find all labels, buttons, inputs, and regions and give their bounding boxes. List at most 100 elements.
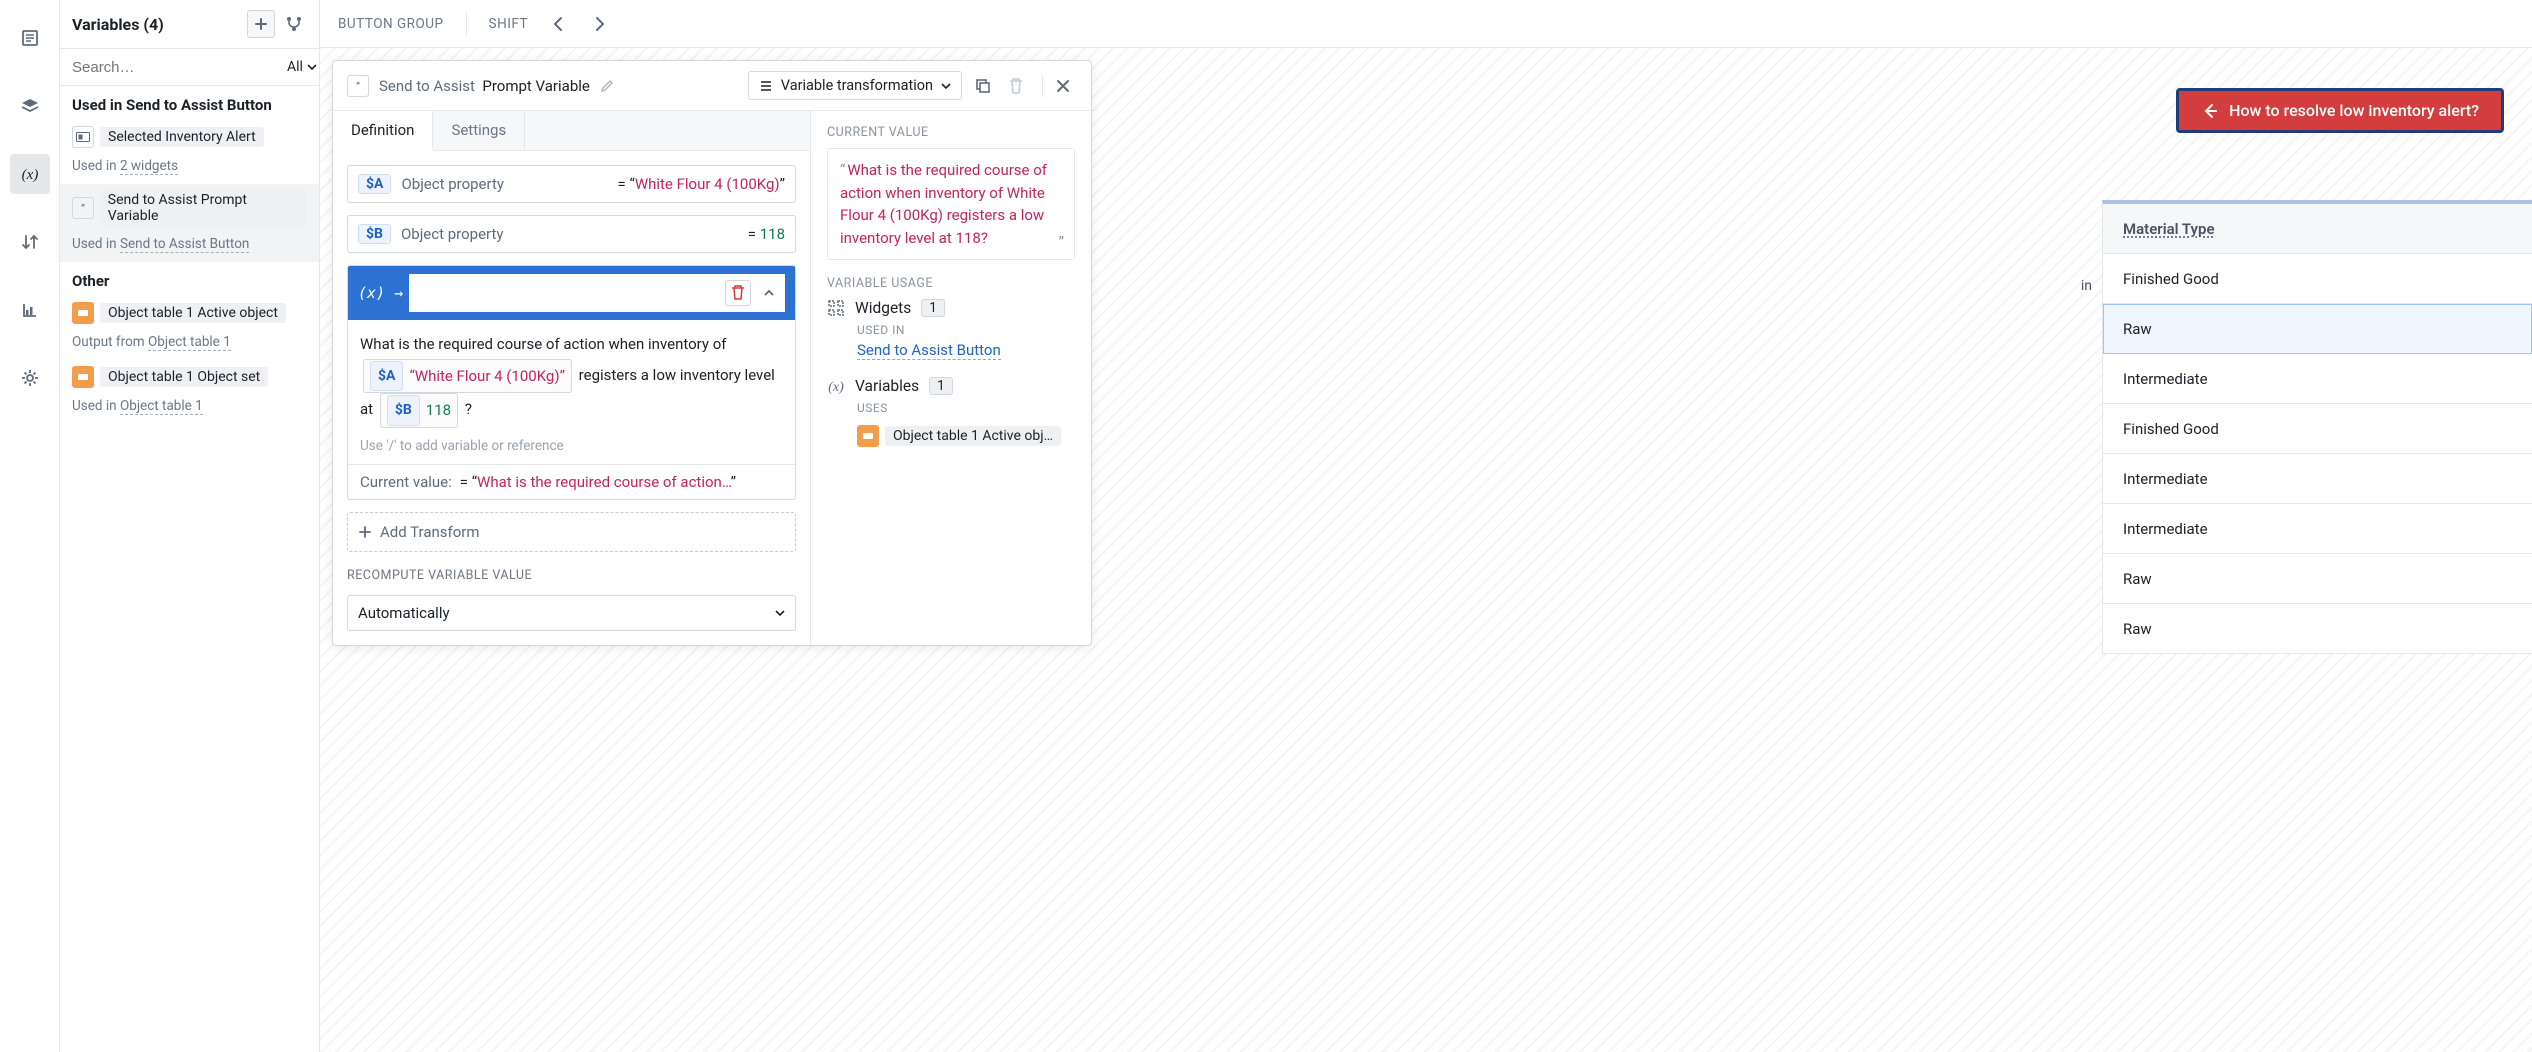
table-row[interactable]: Intermediate: [2103, 354, 2532, 404]
nav-forward-button[interactable]: [590, 15, 608, 33]
edit-name-button[interactable]: [600, 79, 614, 93]
chevron-down-icon: [775, 608, 785, 618]
chevron-down-icon: [307, 62, 317, 72]
string-concat-block: (x) → String concatenation: [347, 265, 796, 500]
used-in-sublabel: USED IN: [857, 323, 1075, 337]
variable-meta: Used in 2 widgets: [60, 154, 319, 184]
current-value-label: Current Value: [827, 125, 1075, 140]
variable-label: Send to Assist Prompt Variable: [100, 190, 307, 226]
variables-count: 1: [929, 377, 953, 395]
var-b-type: Object property: [401, 225, 738, 243]
variable-item[interactable]: Object table 1 Object set: [60, 360, 319, 394]
var-b-value: = 118: [748, 225, 785, 243]
usage-label: Variable Usage: [827, 276, 1075, 291]
variables-usage-icon: (x): [827, 377, 845, 395]
widgets-count: 1: [921, 299, 945, 317]
resolve-alert-button[interactable]: How to resolve low inventory alert?: [2176, 88, 2504, 133]
svg-text:”: ”: [81, 202, 85, 214]
branch-icon[interactable]: [285, 15, 307, 33]
table-row[interactable]: Intermediate: [2103, 504, 2532, 554]
quote-icon: ”: [72, 197, 94, 219]
table-header[interactable]: Material Type: [2103, 204, 2532, 254]
fx-icon: (x) →: [358, 284, 403, 302]
concat-editor[interactable]: What is the required course of action wh…: [348, 320, 795, 438]
variable-label: Object table 1 Active object: [100, 303, 286, 323]
tab-definition[interactable]: Definition: [333, 111, 433, 151]
variable-editor-popover: ” Send to Assist Prompt Variable Variabl…: [332, 60, 1092, 646]
variable-label: Selected Inventory Alert: [100, 127, 264, 147]
table-row[interactable]: Raw: [2103, 304, 2532, 354]
pill-var-b[interactable]: $B 118: [380, 393, 458, 428]
add-variable-button[interactable]: [247, 10, 275, 38]
crumb-button-group[interactable]: BUTTON GROUP: [338, 16, 444, 32]
type-select-label: Variable transformation: [781, 77, 933, 94]
table-row[interactable]: Raw: [2103, 554, 2532, 604]
left-rail: (x): [0, 0, 60, 1052]
recompute-label: RECOMPUTE VARIABLE VALUE: [347, 568, 796, 583]
delete-button-disabled: [1008, 77, 1030, 95]
arrow-left-icon: [2201, 102, 2219, 120]
popover-title: Send to Assist Prompt Variable: [379, 77, 590, 95]
current-value-row: Current value: = “What is the required c…: [348, 464, 795, 499]
alert-label: How to resolve low inventory alert?: [2229, 101, 2479, 120]
panel-title: Variables (4): [72, 15, 164, 34]
widgets-label: Widgets: [855, 299, 911, 317]
material-type-table: Material Type Finished GoodRawIntermedia…: [2102, 200, 2532, 654]
collapse-button[interactable]: [763, 287, 775, 299]
variable-item-active[interactable]: ” Send to Assist Prompt Variable: [60, 184, 319, 232]
used-in-link[interactable]: Send to Assist Button: [857, 341, 1001, 360]
chevron-down-icon: [941, 81, 951, 91]
tab-settings[interactable]: Settings: [433, 111, 525, 150]
variable-meta: Used in Send to Assist Button: [60, 232, 319, 262]
filter-dropdown[interactable]: All: [279, 57, 325, 77]
var-b-row[interactable]: $B Object property = 118: [347, 215, 796, 253]
pill-var-a[interactable]: $A “White Flour 4 (100Kg)”: [363, 359, 572, 394]
divider: [1042, 75, 1043, 97]
uses-chip[interactable]: Object table 1 Active obj…: [857, 425, 1061, 447]
table-row[interactable]: Finished Good: [2103, 254, 2532, 304]
gear-icon[interactable]: [10, 358, 50, 398]
crumb-shift[interactable]: SHIFT: [489, 16, 528, 32]
duplicate-button[interactable]: [974, 77, 996, 95]
nav-back-button[interactable]: [550, 15, 568, 33]
sort-icon[interactable]: [10, 222, 50, 262]
popover-right-panel: Current Value What is the required cours…: [811, 111, 1091, 645]
var-a-row[interactable]: $A Object property = “White Flour 4 (100…: [347, 165, 796, 203]
add-transform-label: Add Transform: [380, 523, 480, 541]
variable-meta: Output from Object table 1: [60, 330, 319, 360]
svg-text:(x): (x): [21, 167, 38, 183]
table-row[interactable]: Intermediate: [2103, 454, 2532, 504]
concat-title: String concatenation: [419, 284, 557, 302]
var-a-value: = “White Flour 4 (100Kg)”: [618, 175, 785, 193]
current-value-display: What is the required course of action wh…: [827, 148, 1075, 260]
search-input[interactable]: [72, 59, 271, 76]
section-used-in: Used in Send to Assist Button: [60, 86, 319, 120]
meta-link[interactable]: Object table 1: [120, 398, 203, 415]
variable-item[interactable]: Object table 1 Active object: [60, 296, 319, 330]
meta-link[interactable]: Object table 1: [148, 334, 231, 351]
var-b-badge: $B: [358, 224, 391, 244]
table-row[interactable]: Finished Good: [2103, 404, 2532, 454]
var-a-type: Object property: [401, 175, 607, 193]
meta-link[interactable]: Send to Assist Button: [120, 236, 249, 253]
page-icon[interactable]: [10, 18, 50, 58]
usage-variables-row: (x) Variables 1: [827, 377, 1075, 395]
variables-icon[interactable]: (x): [10, 154, 50, 194]
layers-icon[interactable]: [10, 86, 50, 126]
list-icon: [759, 79, 773, 93]
canvas: BUTTON GROUP SHIFT in How to resolve low…: [320, 0, 2532, 1052]
recompute-value: Automatically: [358, 604, 450, 622]
filter-label: All: [287, 59, 303, 75]
recompute-select[interactable]: Automatically: [347, 595, 796, 631]
variable-item[interactable]: Selected Inventory Alert: [60, 120, 319, 154]
chart-icon[interactable]: [10, 290, 50, 330]
close-button[interactable]: [1055, 78, 1077, 94]
add-transform-button[interactable]: Add Transform: [347, 512, 796, 552]
delete-transform-button[interactable]: [725, 280, 751, 306]
meta-link[interactable]: 2 widgets: [120, 158, 178, 175]
type-select[interactable]: Variable transformation: [748, 71, 962, 100]
concat-hint: Use '/' to add variable or reference: [348, 438, 795, 464]
svg-text:(x): (x): [828, 380, 844, 395]
quote-icon: ”: [347, 75, 369, 97]
table-row[interactable]: Raw: [2103, 604, 2532, 654]
